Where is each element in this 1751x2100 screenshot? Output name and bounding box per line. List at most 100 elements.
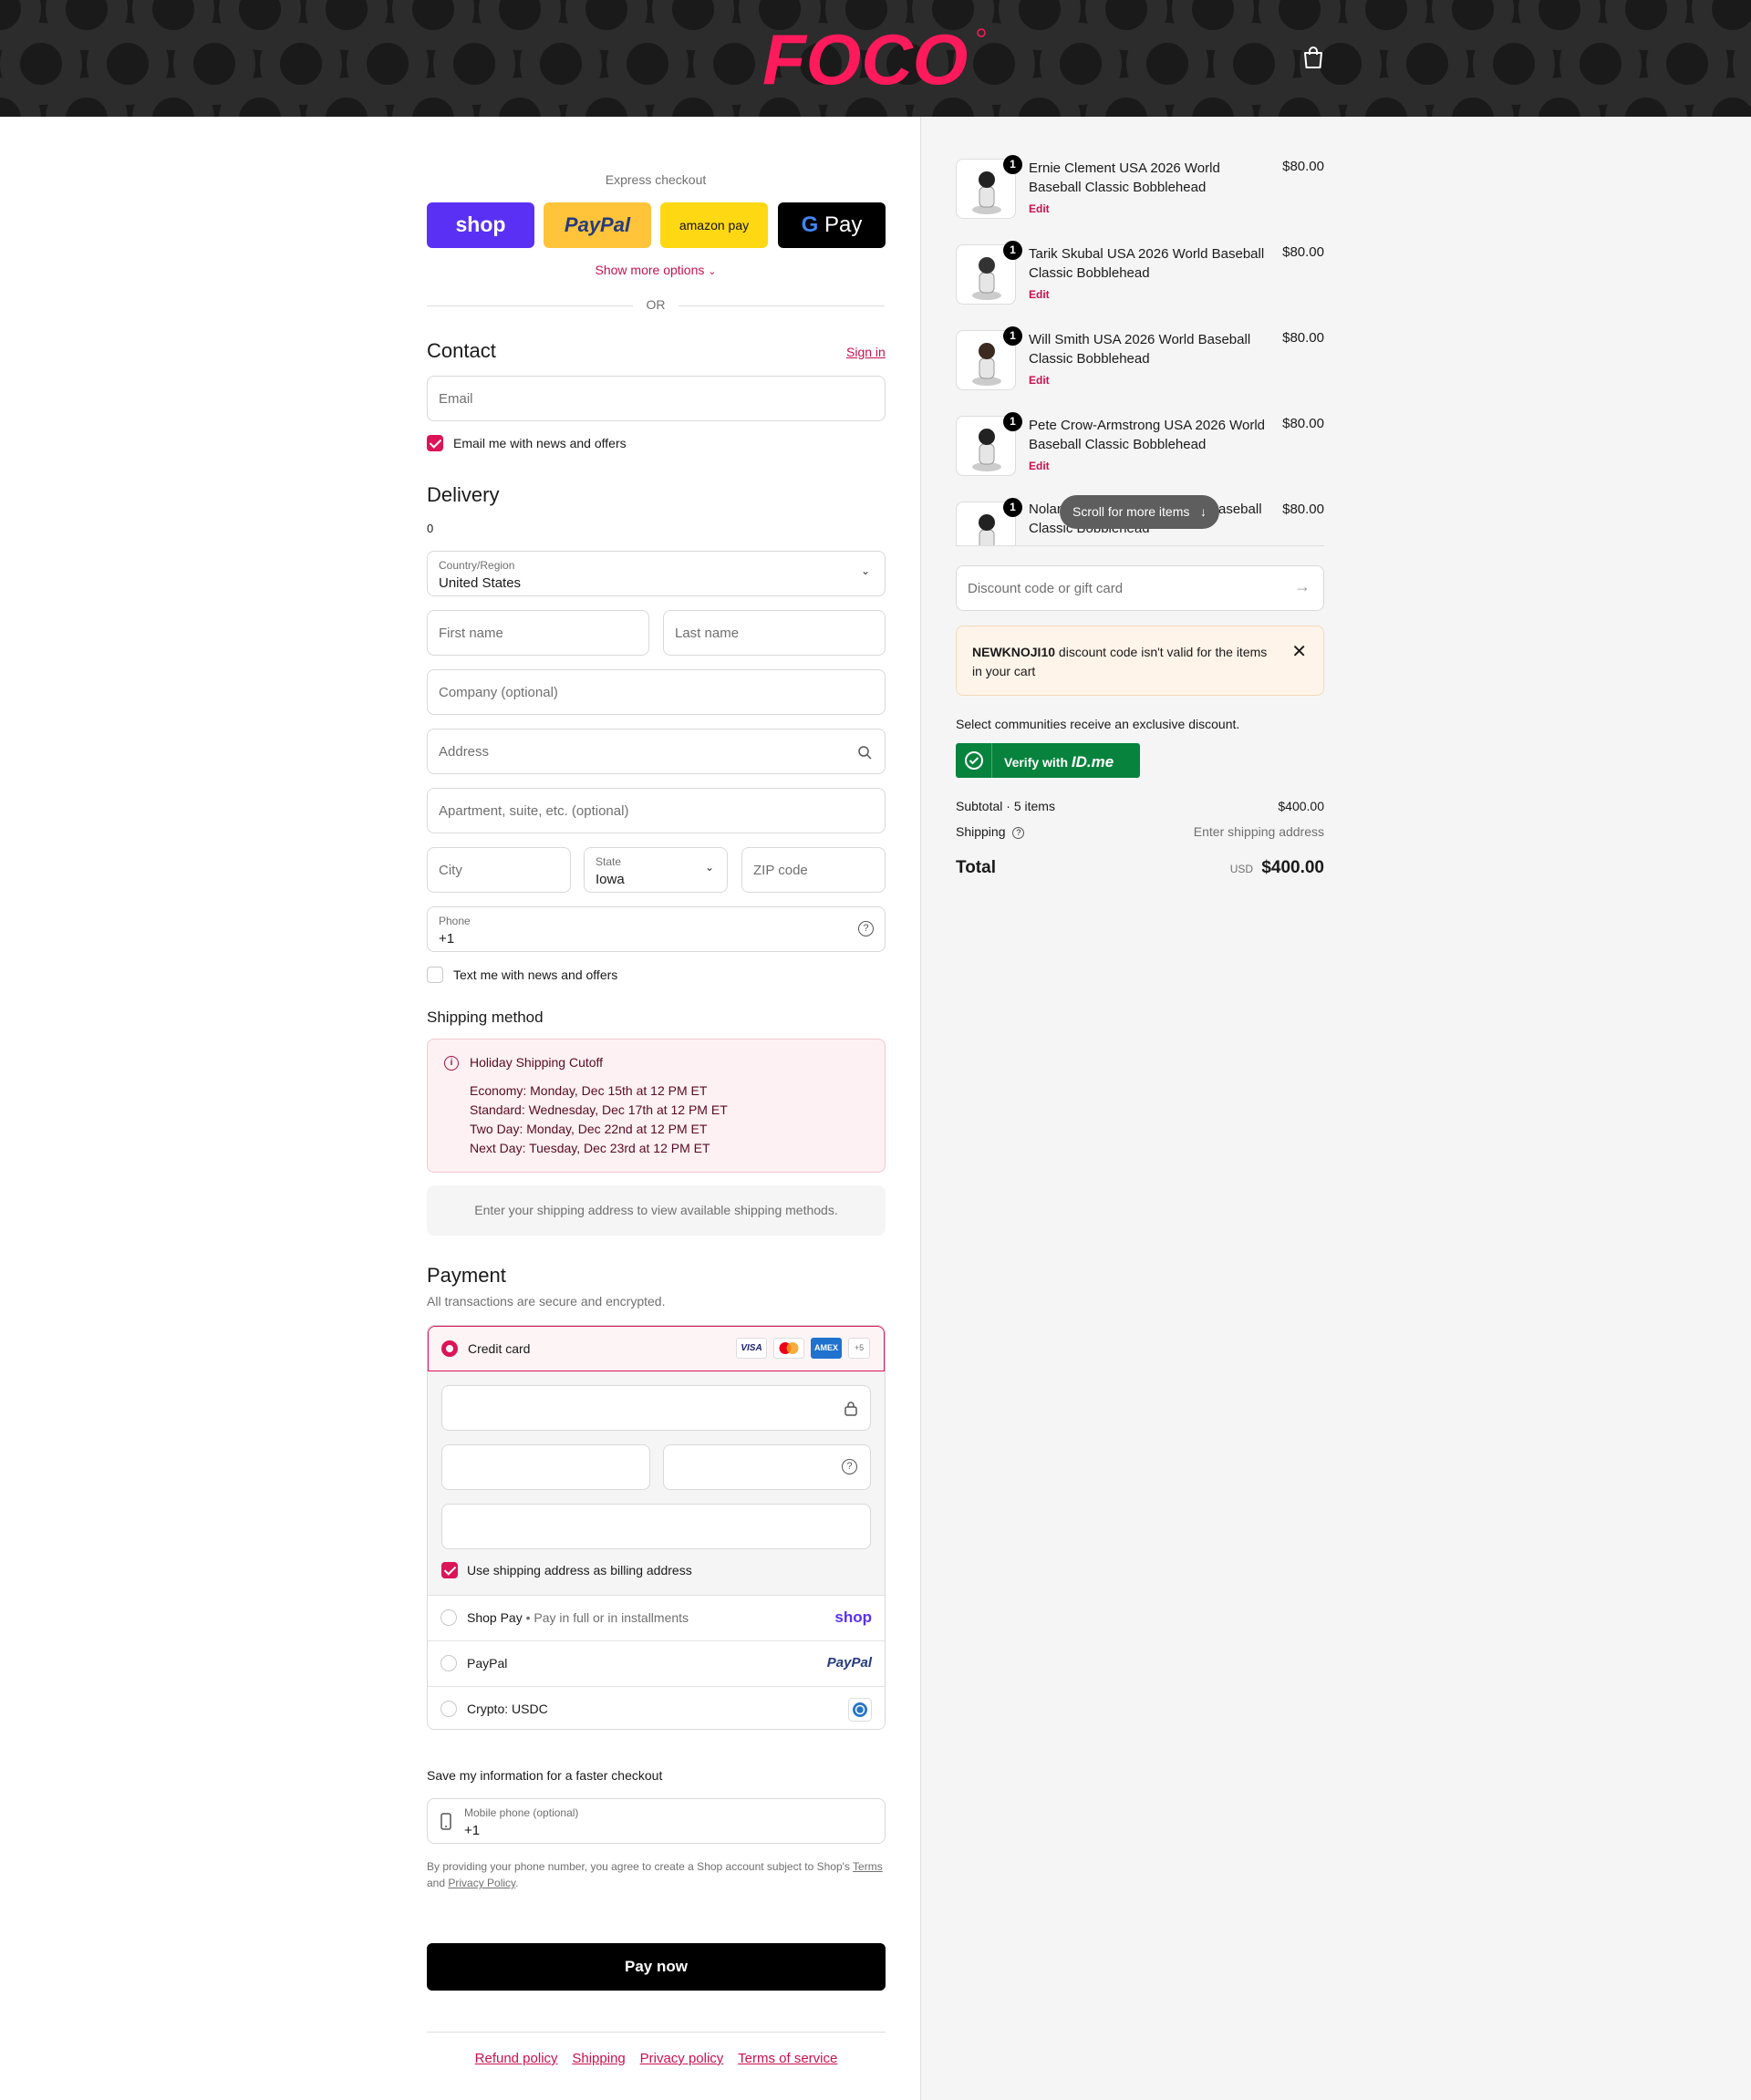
header-pattern-ring [739,78,821,117]
shop-pay-radio[interactable] [440,1609,457,1626]
cart-divider [956,545,1324,546]
first-name-field[interactable]: First name [427,610,649,656]
cart-item: 1 Ernie Clement USA 2026 World Baseball … [956,155,1324,241]
help-icon[interactable]: ? [1012,826,1025,839]
state-select[interactable]: State Iowa ⌄ [584,847,728,893]
header-pattern-ring [1172,78,1254,117]
sign-in-link[interactable]: Sign in [846,345,886,359]
show-more-options-link[interactable]: Show more options ⌄ [427,263,885,277]
arrow-right-icon[interactable]: → [1294,577,1311,596]
paypal-radio[interactable] [440,1655,457,1671]
communities-text: Select communities receive an exclusive … [956,717,1240,731]
card-number-field[interactable] [441,1385,871,1431]
mastercard-icon [773,1338,804,1359]
disclaimer-period: . [515,1877,519,1889]
verify-idme-button[interactable]: Verify with ID.me [956,743,1140,778]
edit-item-link[interactable]: Edit [1029,374,1050,387]
total-value: $400.00 [1261,858,1324,877]
cutoff-economy: Economy: Monday, Dec 15th at 12 PM ET [470,1083,708,1098]
disclaimer-and: and [427,1877,446,1889]
pay-now-button[interactable]: Pay now [427,1943,886,1991]
item-name: Pete Crow-Armstrong USA 2026 World Baseb… [1029,418,1265,452]
country-value: United States [439,575,522,591]
terms-of-service-link[interactable]: Terms of service [738,2051,837,2066]
credit-card-radio[interactable] [441,1340,458,1357]
name-on-card-field[interactable] [441,1504,871,1549]
item-price: $80.00 [1282,244,1324,260]
shipping-methods-placeholder: Enter your shipping address to view avai… [427,1185,886,1236]
country-select[interactable]: Country/Region United States ⌄ [427,551,886,596]
last-name-placeholder: Last name [675,626,740,641]
discount-code-field[interactable]: Discount code or gift card → [956,565,1324,611]
last-name-field[interactable]: Last name [663,610,886,656]
sms-label: Text me with news and offers [453,967,618,982]
quantity-badge: 1 [1003,412,1022,431]
privacy-policy-footer-link[interactable]: Privacy policy [640,2051,724,2066]
discount-placeholder: Discount code or gift card [968,581,1124,596]
company-field[interactable]: Company (optional) [427,669,886,715]
edit-item-link[interactable]: Edit [1029,288,1050,301]
shop-pay-express-button[interactable]: shop [427,202,534,248]
google-pay-express-button[interactable]: G Pay [778,202,886,248]
crypto-option[interactable]: Crypto: USDC [428,1686,885,1729]
verify-label: Verify with [1004,755,1069,770]
header-pattern-ring [1345,78,1427,117]
paypal-label: PayPal [467,1656,508,1671]
paypal-option[interactable]: PayPal PayPal [428,1640,885,1686]
mobile-phone-value: +1 [464,1823,481,1838]
paypal-logo: PayPal [564,213,631,236]
quantity-badge: 1 [1003,155,1022,174]
scroll-hint-label: Scroll for more items [1072,504,1190,519]
mobile-phone-field[interactable]: Mobile phone (optional) +1 [427,1798,886,1844]
shop-pay-option[interactable]: Shop Pay • Pay in full or in installment… [428,1595,885,1640]
disclaimer-text: By providing your phone number, you agre… [427,1860,850,1873]
edit-item-link[interactable]: Edit [1029,460,1050,472]
edit-item-link[interactable]: Edit [1029,202,1050,215]
expiration-field[interactable] [441,1444,650,1490]
shipping-value: Enter shipping address [1193,824,1324,839]
refund-policy-link[interactable]: Refund policy [475,2051,558,2066]
scroll-more-pill[interactable]: Scroll for more items ↓ [1060,495,1219,529]
phone-field[interactable]: Phone +1 ? [427,906,886,952]
email-field[interactable]: Email [427,376,886,421]
shipping-row: Shipping ? [956,824,1025,839]
header-pattern-ring [825,78,907,117]
cart-items-list: 1 Ernie Clement USA 2026 World Baseball … [956,155,1324,545]
zip-field[interactable]: ZIP code [741,847,886,893]
privacy-policy-link[interactable]: Privacy Policy [448,1877,515,1889]
terms-link[interactable]: Terms [853,1860,883,1873]
crypto-radio[interactable] [440,1701,457,1717]
idme-logo: ID.me [1071,753,1114,771]
shop-pay-sublabel: Pay in full or in installments [534,1610,689,1625]
apartment-field[interactable]: Apartment, suite, etc. (optional) [427,788,886,833]
site-header: FOCO [0,0,1751,117]
shop-account-disclaimer: By providing your phone number, you agre… [427,1858,886,1891]
item-name: Ernie Clement USA 2026 World Baseball Cl… [1029,160,1220,195]
billing-address-checkbox[interactable] [441,1562,458,1578]
security-code-field[interactable]: ? [663,1444,871,1490]
address-field[interactable]: Address [427,729,886,774]
chevron-down-icon: ⌄ [708,266,717,277]
paypal-express-button[interactable]: PayPal [544,202,651,248]
header-pattern-ring [132,78,214,117]
phone-label: Phone [439,915,471,927]
foco-logo[interactable]: FOCO [762,26,987,91]
chevron-down-icon: ⌄ [704,861,714,874]
newsletter-checkbox[interactable] [427,435,443,451]
shopping-bag-icon[interactable] [1302,46,1324,69]
divider-right [679,305,885,306]
header-pattern-ring [46,78,128,117]
help-icon[interactable]: ? [858,921,874,936]
header-pattern-ring [565,78,648,117]
payment-methods: Credit card VISA AMEX +5 ? Use shipping … [427,1325,886,1730]
quantity-badge: 1 [1003,241,1022,260]
discount-message: discount code isn't valid for the items [1055,645,1268,659]
city-field[interactable]: City [427,847,571,893]
shipping-policy-link[interactable]: Shipping [572,2051,625,2066]
amazon-pay-express-button[interactable]: amazon pay [660,202,768,248]
help-icon[interactable]: ? [842,1459,857,1474]
close-icon[interactable]: ✕ [1291,640,1307,663]
sms-checkbox[interactable] [427,967,443,983]
credit-card-option[interactable]: Credit card VISA AMEX +5 [428,1326,885,1371]
discount-message-line2: in your cart [972,664,1036,678]
